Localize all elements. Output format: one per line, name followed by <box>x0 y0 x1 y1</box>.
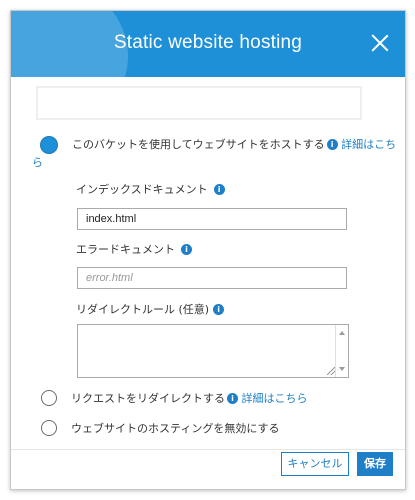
scroll-down-icon[interactable] <box>339 367 345 371</box>
error-document-label: エラードキュメント i <box>76 241 192 257</box>
learn-more-link-host[interactable]: 詳細はこち <box>341 138 396 151</box>
info-icon[interactable]: i <box>213 304 225 315</box>
info-icon[interactable]: i <box>326 139 338 150</box>
learn-more-link-redirect[interactable]: 詳細はこちら <box>242 392 308 405</box>
footer-divider <box>11 449 405 450</box>
info-icon[interactable]: i <box>227 393 238 404</box>
info-icon[interactable]: i <box>181 244 192 255</box>
dialog-title: Static website hosting <box>113 32 303 53</box>
radio-disable-hosting[interactable] <box>41 420 57 436</box>
index-document-label: インデックスドキュメント i <box>76 181 225 197</box>
radio-host-website[interactable] <box>41 137 57 153</box>
radio-redirect-requests[interactable] <box>41 390 57 406</box>
dialog-header: Static website hosting <box>11 11 405 77</box>
textarea-scrollbar[interactable] <box>335 325 348 377</box>
option-host-website: このバケットを使用してウェブサイトをホストする i 詳細はこち <box>72 136 396 152</box>
scroll-up-icon[interactable] <box>339 331 345 335</box>
learn-more-link-host-tail[interactable]: ら <box>32 154 43 170</box>
top-input-box[interactable] <box>36 86 362 120</box>
resize-grip-icon[interactable] <box>327 367 335 375</box>
save-button[interactable]: 保存 <box>357 452 393 476</box>
redirect-rules-textarea[interactable] <box>77 324 349 378</box>
cancel-button[interactable]: キャンセル <box>281 452 349 476</box>
redirect-rules-label: リダイレクトルール (任意) i <box>76 301 225 317</box>
option-redirect-requests: リクエストをリダイレクトする i 詳細はこちら <box>71 390 308 406</box>
index-document-input[interactable]: index.html <box>77 208 347 230</box>
option-host-website-label: このバケットを使用してウェブサイトをホストする <box>72 138 325 151</box>
option-disable-hosting: ウェブサイトのホスティングを無効にする <box>71 422 280 435</box>
close-icon[interactable] <box>369 32 391 54</box>
option-redirect-label: リクエストをリダイレクトする <box>71 392 225 405</box>
error-document-input[interactable]: error.html <box>77 267 347 289</box>
static-website-hosting-dialog: Static website hosting このバケットを使用してウェブサイト… <box>10 10 406 490</box>
info-icon[interactable]: i <box>213 184 225 195</box>
